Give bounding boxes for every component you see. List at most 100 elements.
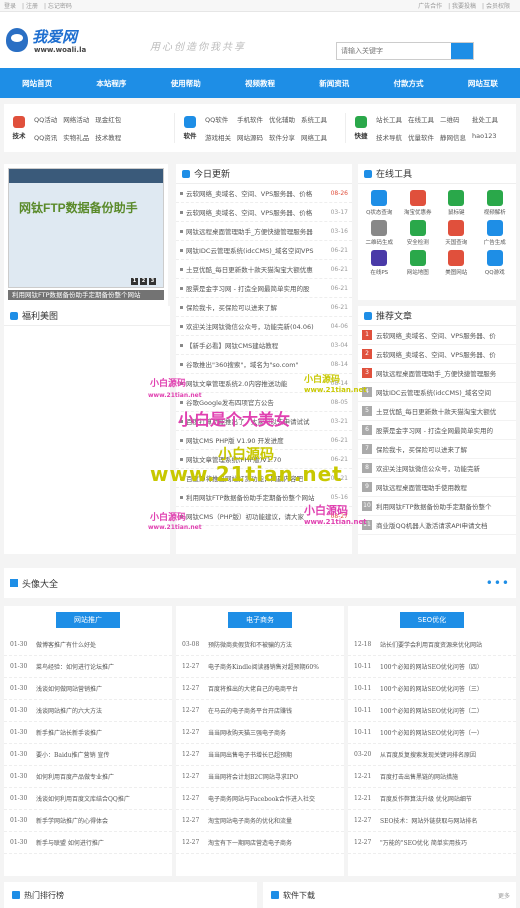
column-item-title[interactable]: 100个必知的网站SEO优化问答（四） xyxy=(380,662,483,671)
cat-link[interactable]: 软件分享 xyxy=(269,132,295,142)
recommend-title[interactable]: 欢迎关注网钛微信公众号，功能完新 xyxy=(376,463,480,473)
cat-link[interactable]: 优化辅助 xyxy=(269,114,295,124)
cat-link[interactable]: hao123 xyxy=(472,132,498,142)
column-item-title[interactable]: 百度打击出售黑链的网站措施 xyxy=(380,772,458,781)
column-item-title[interactable]: 100个必知的网站SEO优化问答（二） xyxy=(380,706,483,715)
today-item-title[interactable]: 网钛远程桌面管理助手_方便快捷管理服务器 xyxy=(186,226,328,236)
column-item[interactable]: 01-30 做博客推广有什么好处 xyxy=(4,634,172,656)
recommend-title[interactable]: 网钛远程桌面管理助手_方便快捷管理服务 xyxy=(376,368,496,378)
vip-link[interactable]: 会员权限 xyxy=(486,3,510,10)
column-item-title[interactable]: 浅谈如何做网站营销推广 xyxy=(36,684,102,693)
column-item[interactable]: 03-08 预防微商卖假货和不被骗的方法 xyxy=(176,634,344,656)
recommend-title[interactable]: 利用网钛FTP数据备份助手定期备份整个 xyxy=(376,501,492,511)
recommend-item[interactable]: 10 利用网钛FTP数据备份助手定期备份整个 xyxy=(358,497,516,516)
recommend-item[interactable]: 7 保险我卡，买保险可以进来了解 xyxy=(358,440,516,459)
column-item[interactable]: 12-18 站长们要学会利用百度资源来优化网站 xyxy=(348,634,516,656)
cat-link[interactable]: 优量软件 xyxy=(408,132,434,142)
column-item-title[interactable]: 电子商务网站与Facebook合作进入社交 xyxy=(208,794,315,803)
column-item-title[interactable]: 从百度反复搜索发现关键词排名原因 xyxy=(380,750,476,759)
banner-dot[interactable]: 1 xyxy=(131,278,138,285)
nav-help[interactable]: 使用帮助 xyxy=(149,78,223,89)
recommend-item[interactable]: 5 土豆优酷_每日更新数十款天猫淘宝大额优 xyxy=(358,402,516,421)
column-item-title[interactable]: 100个必知的网站SEO优化问答（一） xyxy=(380,728,483,737)
recommend-item[interactable]: 3 网钛远程桌面管理助手_方便快捷管理服务 xyxy=(358,364,516,383)
today-item[interactable]: 【新手必看】网钛CMS建站教程 03-04 xyxy=(176,336,352,355)
column-item[interactable]: 01-30 菜鸟经验：如何进行论坛推广 xyxy=(4,656,172,678)
banner-slider[interactable]: 网钛FTP数据备份助手 1 2 3 利用网钛FTP数据备份助手定期备份整个网站 xyxy=(4,164,168,314)
cat-link[interactable]: 二维码 xyxy=(440,114,466,124)
tool-item[interactable]: 在线PS xyxy=(360,250,399,276)
column-item-title[interactable]: 新手学网站推广的心得体会 xyxy=(36,816,108,825)
recommend-item[interactable]: 9 网钛远程桌面管理助手使用教程 xyxy=(358,478,516,497)
recommend-title[interactable]: 云软网络_卖域名、空间、VPS服务器、价 xyxy=(376,330,496,340)
column-item-title[interactable]: 浅谈如何利用百度文库结合QQ推广 xyxy=(36,794,130,803)
tool-item[interactable]: 广告生成 xyxy=(476,220,515,246)
column-item[interactable]: 01-30 新手学网站推广的心得体会 xyxy=(4,810,172,832)
tool-item[interactable]: Q状态查询 xyxy=(360,190,399,216)
cat-link[interactable]: QQ活动 xyxy=(34,114,57,124)
cat-link[interactable]: 批处工具 xyxy=(472,114,498,124)
column-item-title[interactable]: 淘宝网站电子商务的优化和流量 xyxy=(208,816,292,825)
tool-item[interactable]: 美图网站 xyxy=(437,250,476,276)
column-item-title[interactable]: 100个必知的网站SEO优化问答（三） xyxy=(380,684,483,693)
column-item[interactable]: 10-11 100个必知的网站SEO优化问答（四） xyxy=(348,656,516,678)
column-item[interactable]: 01-30 浅谈如何做网站营销推广 xyxy=(4,678,172,700)
column-item-title[interactable]: 要小：Baidu推广营销 宣传 xyxy=(36,750,110,759)
cat-link[interactable]: QQ资讯 xyxy=(34,132,57,142)
column-item[interactable]: 01-30 新手推广站长新手谈推广 xyxy=(4,722,172,744)
tool-item[interactable]: 安全检测 xyxy=(399,220,438,246)
today-item-title[interactable]: 利用网钛FTP数据备份助手定期备份整个网站 xyxy=(186,492,328,502)
cat-link[interactable]: 在线工具 xyxy=(408,114,434,124)
cat-link[interactable]: 网站源码 xyxy=(237,132,263,142)
today-item[interactable]: 股票是金字习网 - 打造全网最简单实用的股 06-21 xyxy=(176,279,352,298)
column-tag[interactable]: SEO优化 xyxy=(400,612,464,628)
column-item[interactable]: 01-30 新手与联盟 如何进行推广 xyxy=(4,832,172,854)
recommend-title[interactable]: 土豆优酷_每日更新数十款天猫淘宝大额优 xyxy=(376,406,496,416)
recommend-item[interactable]: 11 商业版QQ机器人激活请求API申请文档 xyxy=(358,516,516,535)
recommend-title[interactable]: 云软网络_卖域名、空间、VPS服务器、价 xyxy=(376,349,496,359)
today-item[interactable]: 欢迎关注网钛微信公众号，功能完新(04.06) 04-06 xyxy=(176,317,352,336)
category-software-label[interactable]: 软件 xyxy=(179,116,201,140)
cat-link[interactable]: 网络工具 xyxy=(301,132,327,142)
cat-link[interactable]: 静网信息 xyxy=(440,132,466,142)
column-item-title[interactable]: 电子商务Kindle阅读器销售对超预期60% xyxy=(208,662,319,671)
ad-link[interactable]: 广告合作 xyxy=(418,3,442,10)
recommend-item[interactable]: 6 股票是金字习网 - 打造全网最简单实用的 xyxy=(358,421,516,440)
column-item[interactable]: 01-30 浅谈如何利用百度文库结合QQ推广 xyxy=(4,788,172,810)
today-item-title[interactable]: 股票是金字习网 - 打造全网最简单实用的股 xyxy=(186,283,328,293)
category-quick-label[interactable]: 快捷 xyxy=(350,116,372,140)
column-item[interactable]: 12-27 百度将推出的大佬自己的电商平台 xyxy=(176,678,344,700)
tool-item[interactable]: 网站地图 xyxy=(399,250,438,276)
column-item[interactable]: 12-27 当当网出售电子书增长已超预期 xyxy=(176,744,344,766)
column-item-title[interactable]: 如何利用百度产品做专业推广 xyxy=(36,772,114,781)
column-item-title[interactable]: 新手推广站长新手谈推广 xyxy=(36,728,102,737)
today-item-title[interactable]: 谷歌推出"360搜索"，域名为"so.com" xyxy=(186,359,328,369)
today-item-title[interactable]: 云软网络_卖域名、空间、VPS服务器、价格 xyxy=(186,207,328,217)
column-item-title[interactable]: 新手与联盟 如何进行推广 xyxy=(36,838,104,847)
recommend-item[interactable]: 2 云软网络_卖域名、空间、VPS服务器、价 xyxy=(358,345,516,364)
column-tag[interactable]: 网站推广 xyxy=(56,612,120,628)
recommend-title[interactable]: 保险我卡，买保险可以进来了解 xyxy=(376,444,467,454)
today-item-title[interactable]: 网钛IDC云管理系统(idcCMS)_域名空间VPS xyxy=(186,245,328,255)
column-item[interactable]: 12-27 当当网将会计划B2C网站寻求IPO xyxy=(176,766,344,788)
today-item-title[interactable]: 保险我卡，买保险可以进来了解 xyxy=(186,302,328,312)
column-item[interactable]: 10-11 100个必知的网站SEO优化问答（一） xyxy=(348,722,516,744)
search-button[interactable] xyxy=(451,43,473,59)
column-item[interactable]: 10-11 100个必知的网站SEO优化问答（三） xyxy=(348,678,516,700)
column-item[interactable]: 12-27 当当网收购天猫三强电子商务 xyxy=(176,722,344,744)
tool-item[interactable]: 淘宝优惠券 xyxy=(399,190,438,216)
register-link[interactable]: 注册 xyxy=(26,3,38,10)
column-item[interactable]: 12-27 淘宝网站电子商务的优化和流量 xyxy=(176,810,344,832)
cat-link[interactable]: 网络活动 xyxy=(63,114,89,124)
banner-dot[interactable]: 3 xyxy=(149,278,156,285)
banner-dot[interactable]: 2 xyxy=(140,278,147,285)
column-item-title[interactable]: 浅谈网站推广的六大方法 xyxy=(36,706,102,715)
column-item[interactable]: 12-21 百度反作弊算法升级 优化网站细节 xyxy=(348,788,516,810)
today-item-title[interactable]: 欢迎关注网钛微信公众号，功能完新(04.06) xyxy=(186,321,328,331)
today-item[interactable]: 土豆优酷_每日更新数十款天猫淘宝大额优惠 06-21 xyxy=(176,260,352,279)
nav-video[interactable]: 视频教程 xyxy=(223,78,297,89)
nav-news[interactable]: 新闻资讯 xyxy=(297,78,371,89)
search-input[interactable]: 请输入关键字 xyxy=(337,43,451,59)
today-item-title[interactable]: 云软网络_卖域名、空间、VPS服务器、价格 xyxy=(186,188,328,198)
column-item[interactable]: 12-27 淘宝有下一期网店营造电子商务 xyxy=(176,832,344,854)
